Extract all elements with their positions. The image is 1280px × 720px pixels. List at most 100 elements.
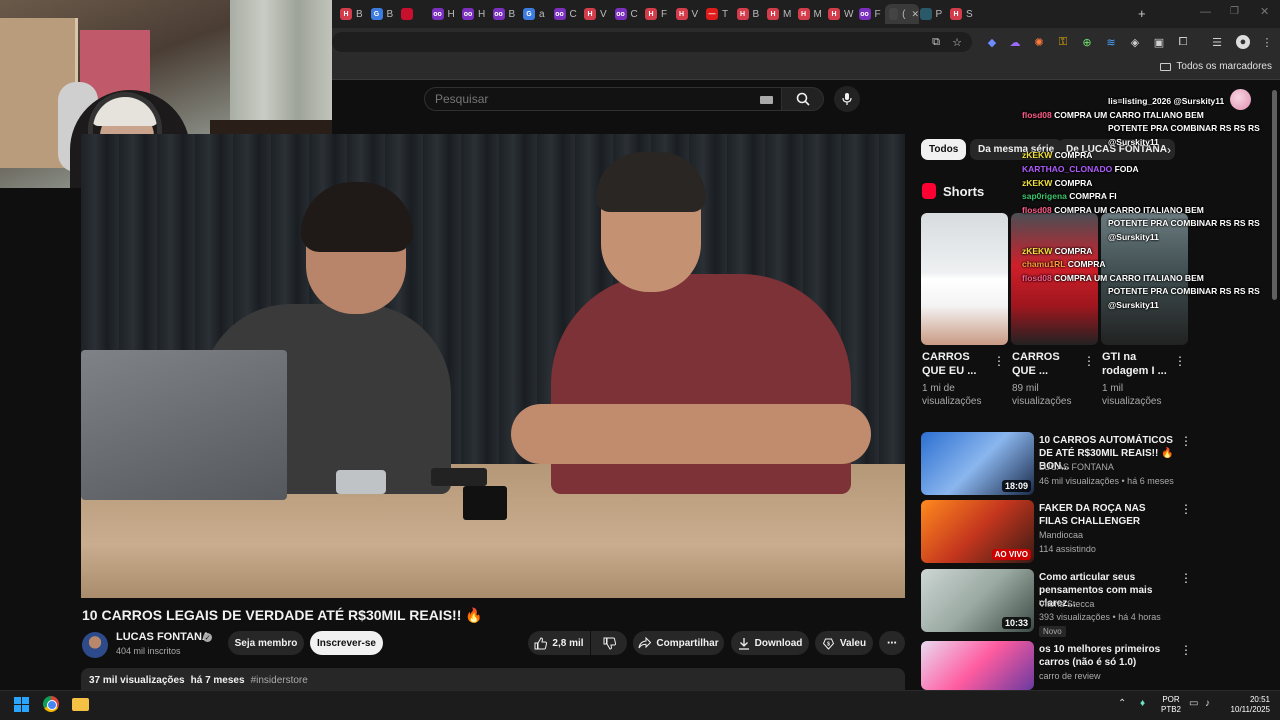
rec-thumbnail-3[interactable]: 10:33 [921,569,1034,632]
cast-icon[interactable]: ⧉ [929,35,943,49]
more-actions-button[interactable]: ⋯ [879,631,905,655]
rec-thumbnail-2[interactable]: AO VIVO [921,500,1034,563]
tab-favicon-icon: H [736,8,749,20]
tab-label: H [447,8,455,20]
youtube-account-avatar[interactable] [1230,89,1251,110]
extension-wave-icon[interactable]: ≋ [1104,35,1118,49]
browser-tab[interactable]: HV [672,4,702,24]
dislike-button[interactable] [591,631,627,655]
rec-thumbnail-1[interactable]: 18:09 [921,432,1034,495]
layout-code: PTB2 [1161,705,1182,714]
chip-all[interactable]: Todos [921,139,967,160]
start-button[interactable] [14,697,29,712]
rec-title-2[interactable]: FAKER DA ROÇA NAS FILAS CHALLENGER [1039,502,1175,528]
browser-tab[interactable]: (✕ [885,4,919,24]
extension-shield-icon[interactable]: ◆ [985,35,999,49]
chat-message: zKEKW COMPRA [1022,246,1092,257]
channel-avatar[interactable] [82,632,108,658]
short-title-3[interactable]: GTI na rodagem I ... [1102,350,1174,378]
tray-overflow-icon[interactable]: ⌃ [1118,698,1126,709]
reading-list-icon[interactable]: ☰ [1210,35,1224,49]
browser-tab[interactable]: HF [641,4,671,24]
new-tab-button[interactable]: + [1138,6,1146,21]
voice-search-button[interactable] [834,86,860,112]
chat-text: COMPRA UM CARRO ITALIANO BEM [1054,109,1204,120]
extension-diamond-icon[interactable]: ◈ [1128,35,1142,49]
browser-tab[interactable]: P [916,4,946,24]
rec-title-4[interactable]: os 10 melhores primeiros carros (não é s… [1039,643,1175,669]
thanks-button[interactable]: $ Valeu [815,631,873,655]
extension-key-icon[interactable]: ⚿ [1056,35,1070,49]
browser-tab[interactable]: HW [824,4,854,24]
hashtag-link[interactable]: #insiderstore [251,675,308,686]
browser-tab[interactable]: — T [702,4,732,24]
close-window-button[interactable]: ✕ [1260,5,1269,18]
thanks-label: Valeu [839,637,867,649]
page-scrollbar[interactable] [1272,90,1277,300]
browser-menu-icon[interactable]: ⋮ [1260,35,1274,49]
chrome-taskbar-icon[interactable] [43,696,59,712]
extension-square-icon[interactable]: ▣ [1152,35,1166,49]
channel-name[interactable]: LUCAS FONTANA [116,631,210,643]
search-box[interactable] [424,87,782,111]
browser-tab[interactable]: GB [367,4,397,24]
search-input[interactable] [435,92,735,106]
rec-menu-icon[interactable]: ⋮ [1180,434,1192,448]
browser-tab[interactable] [397,4,427,24]
browser-tab[interactable]: oo H [428,4,458,24]
subscribe-button[interactable]: Inscrever-se [310,631,383,655]
volume-icon[interactable]: ♪ [1205,698,1210,709]
extensions-puzzle-icon[interactable]: ⧠ [1176,35,1190,49]
keyboard-icon[interactable] [760,96,773,104]
rec-channel-3[interactable]: Vitoria Stecca [1039,599,1094,609]
browser-tab[interactable]: oo B [489,4,519,24]
short-title-1[interactable]: CARROS QUE EU ... [922,350,994,378]
video-player[interactable] [81,134,905,598]
profile-avatar-icon[interactable]: ● [1236,35,1250,49]
tray-app-icon[interactable]: ♦ [1140,698,1145,709]
chat-text: @Surskity11 [1108,232,1159,242]
join-button[interactable]: Seja membro [228,631,304,655]
browser-tab[interactable]: Ga [519,4,549,24]
clock[interactable]: 20:51 10/11/2025 [1222,695,1270,715]
rec-channel-2[interactable]: Mandiocaa [1039,530,1083,540]
like-button[interactable]: 2,8 mil [528,631,590,655]
short-thumbnail-1[interactable] [921,213,1008,345]
browser-tab[interactable]: HM [763,4,793,24]
file-explorer-icon[interactable] [72,698,89,711]
browser-tab[interactable]: oo C [550,4,580,24]
browser-tab[interactable]: HV [580,4,610,24]
rec-channel-1[interactable]: LUCAS FONTANA [1039,462,1114,472]
browser-tab[interactable]: HB [733,4,763,24]
browser-tab[interactable]: HB [336,4,366,24]
rec-menu-icon[interactable]: ⋮ [1180,643,1192,657]
maximize-button[interactable]: ❐ [1230,6,1239,17]
extension-fire-icon[interactable]: ✺ [1032,35,1046,49]
address-bar[interactable] [332,32,972,52]
rec-thumbnail-4[interactable] [921,641,1034,690]
rec-menu-icon[interactable]: ⋮ [1180,571,1192,585]
browser-tab[interactable]: oo C [611,4,641,24]
all-bookmarks-folder[interactable]: Todos os marcadores [1160,61,1272,72]
rec-menu-icon[interactable]: ⋮ [1180,502,1192,516]
download-button[interactable]: Download [731,631,809,655]
keyboard-language[interactable]: POR PTB2 [1161,695,1181,715]
extension-cloud-icon[interactable]: ☁ [1008,35,1022,49]
short-menu-icon[interactable]: ⋮ [1174,354,1186,368]
bookmark-star-icon[interactable]: ☆ [950,35,964,49]
browser-tab[interactable]: oo F [855,4,885,24]
browser-tab[interactable]: HS [946,4,976,24]
rec-channel-4[interactable]: carro de review [1039,671,1101,681]
browser-tab[interactable]: oo H [458,4,488,24]
extension-plus-icon[interactable]: ⊕ [1080,35,1094,49]
chat-text: COMPRA [1067,259,1106,270]
short-title-2[interactable]: CARROS QUE ... [1012,350,1084,378]
minimize-button[interactable]: — [1200,6,1211,18]
network-icon[interactable]: ▭ [1189,698,1198,709]
short-menu-icon[interactable]: ⋮ [993,354,1005,368]
share-button[interactable]: Compartilhar [633,631,724,655]
browser-tab[interactable]: HM [794,4,824,24]
short-menu-icon[interactable]: ⋮ [1083,354,1095,368]
thumbs-up-icon [534,636,548,649]
search-button[interactable] [782,87,824,111]
